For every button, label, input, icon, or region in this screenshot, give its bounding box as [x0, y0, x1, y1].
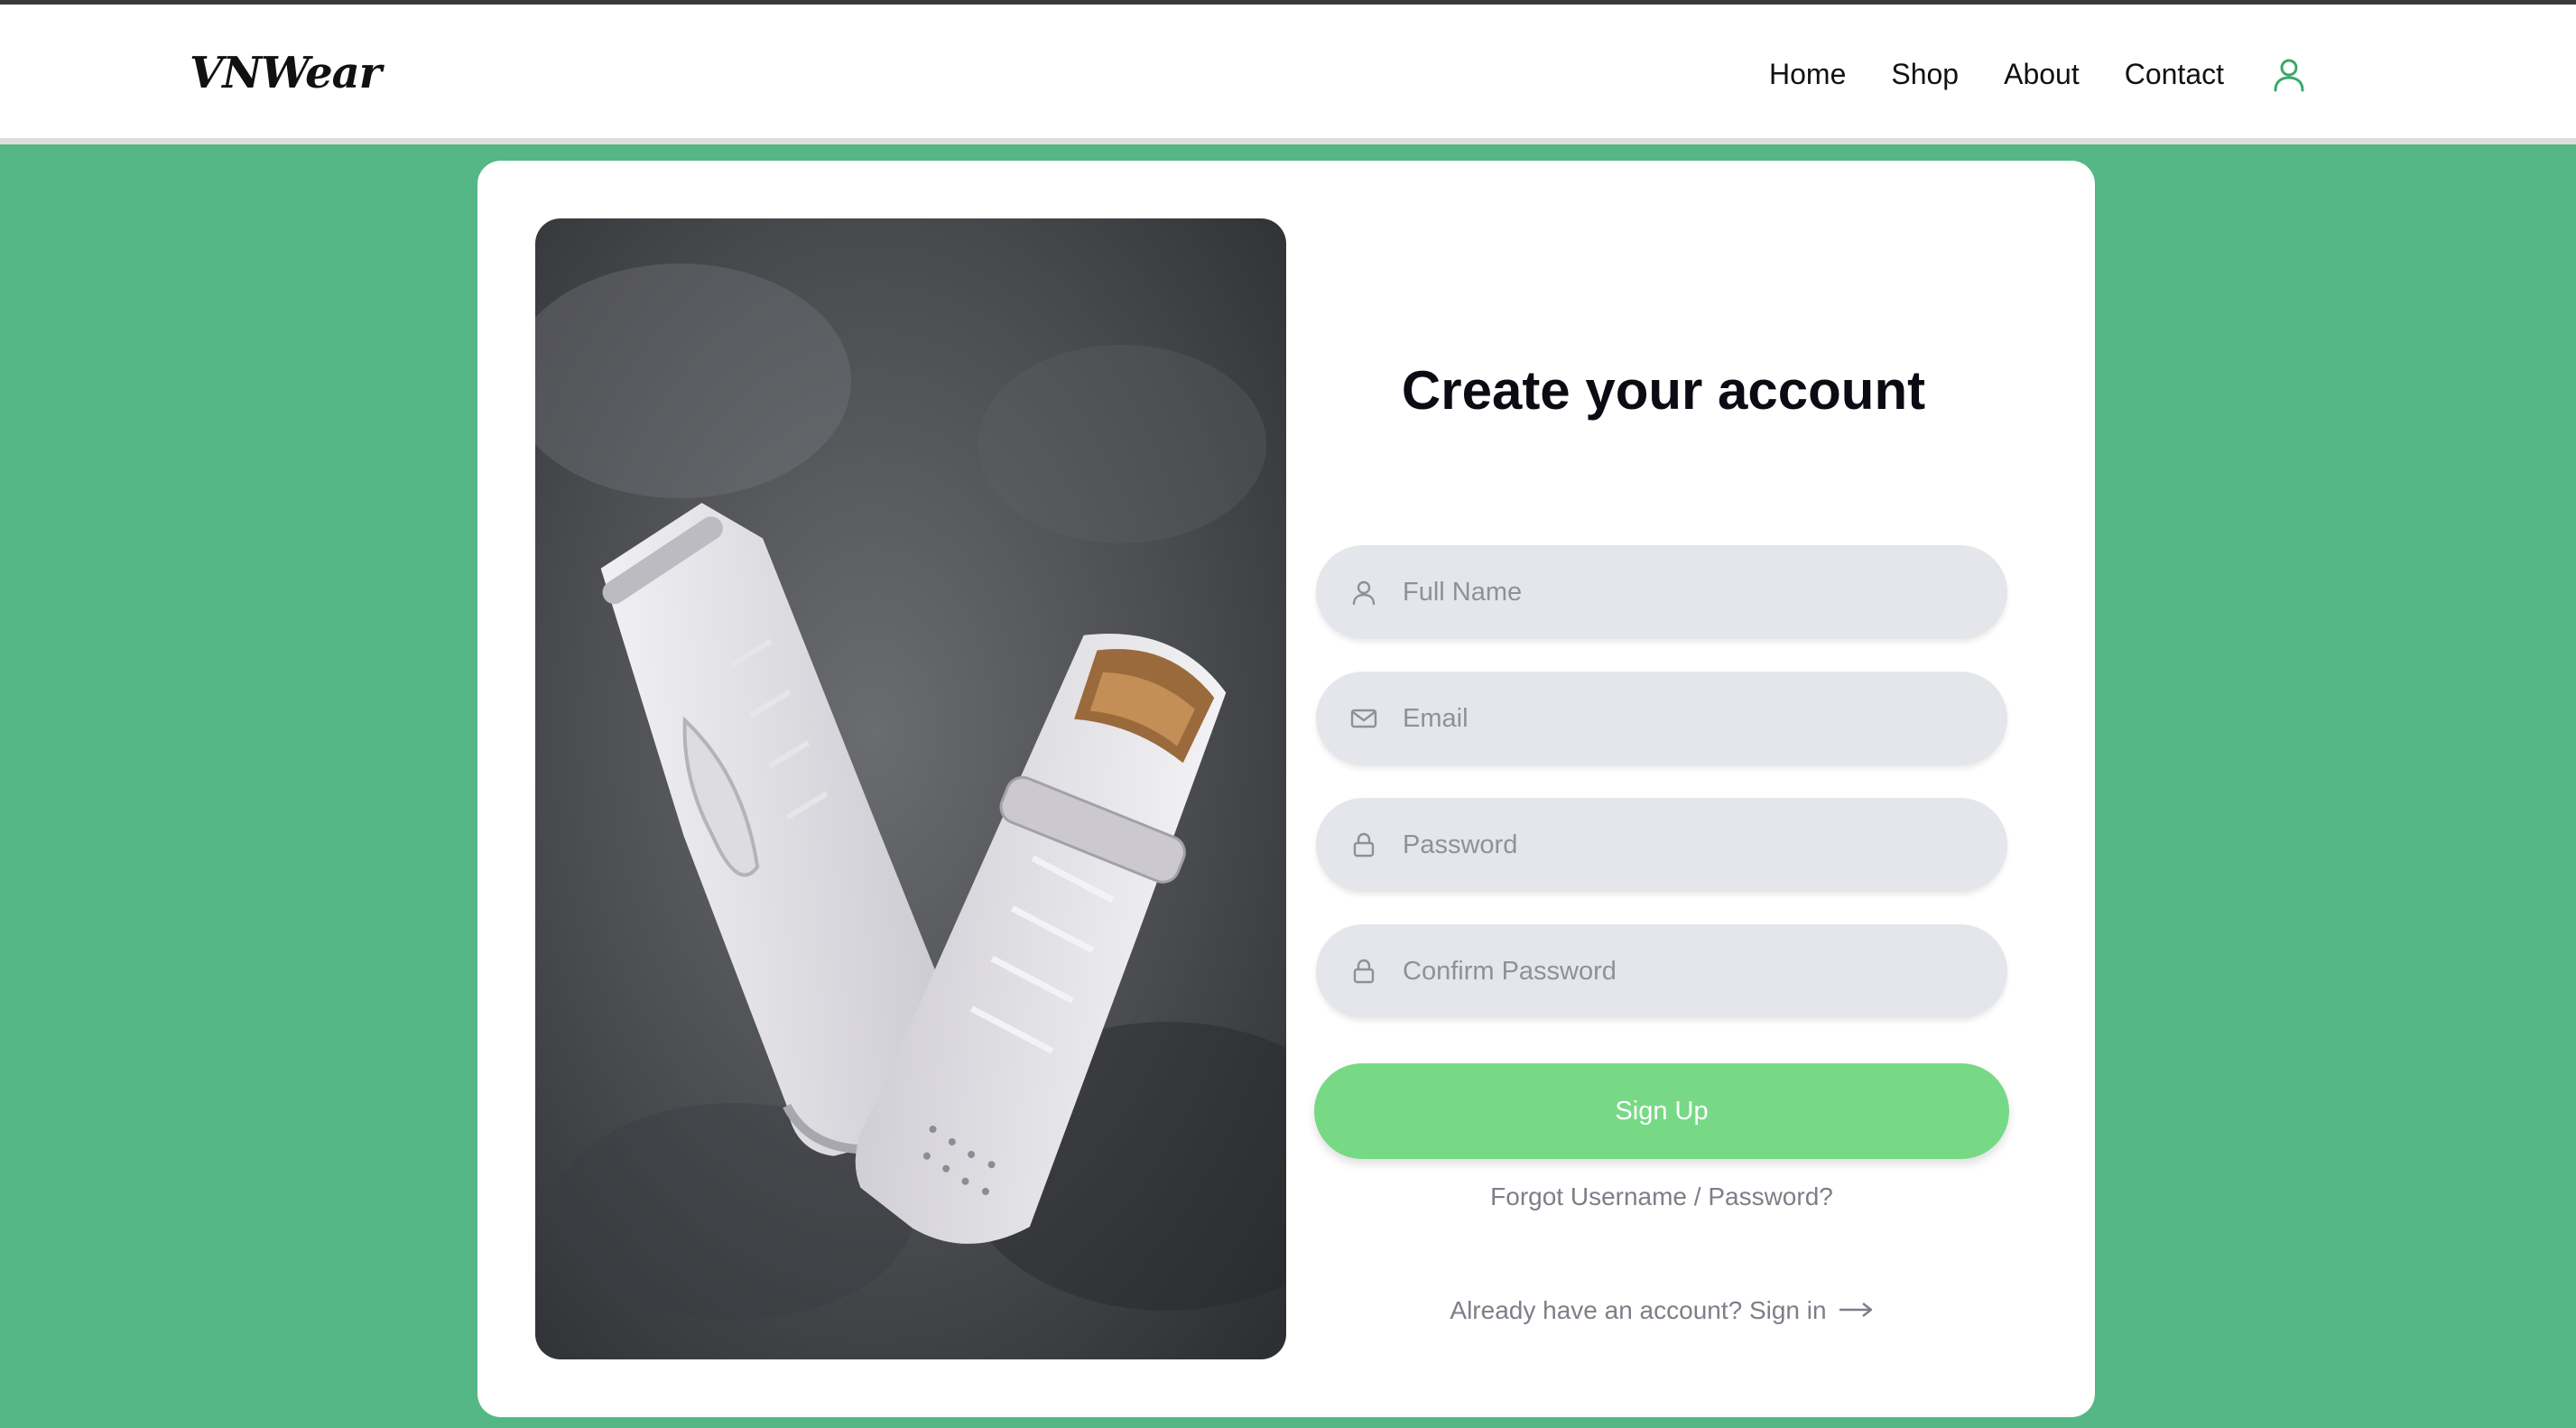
- password-input[interactable]: [1403, 798, 2007, 892]
- nav-link-shop[interactable]: Shop: [1891, 58, 1959, 91]
- page: VNWear Home Shop About Contact Create yo…: [0, 0, 2576, 1428]
- full-name-field[interactable]: [1316, 545, 2007, 639]
- mail-icon: [1350, 705, 1377, 732]
- brand-logo[interactable]: VNWear: [190, 48, 382, 98]
- email-input[interactable]: [1403, 672, 2007, 765]
- user-icon: [1350, 579, 1377, 606]
- confirm-password-input[interactable]: [1403, 924, 2007, 1018]
- full-name-input[interactable]: [1403, 545, 2007, 639]
- signup-form: Create your account Full Name Email Sign…: [1314, 161, 2011, 1417]
- email-field[interactable]: [1316, 672, 2007, 765]
- user-icon[interactable]: [2273, 57, 2305, 93]
- forgot-credentials-link[interactable]: Forgot Username / Password?: [1316, 1182, 2007, 1211]
- lock-icon: [1350, 831, 1377, 858]
- password-field[interactable]: [1316, 798, 2007, 892]
- confirm-password-field[interactable]: [1316, 924, 2007, 1018]
- nav-link-home[interactable]: Home: [1769, 58, 1846, 91]
- signup-card: Create your account Full Name Email Sign…: [477, 161, 2095, 1417]
- sign-in-link[interactable]: Already have an account? Sign in: [1316, 1296, 2007, 1325]
- sign-in-link-text[interactable]: Already have an account? Sign in: [1450, 1296, 1826, 1325]
- navbar: VNWear Home Shop About Contact: [0, 5, 2576, 144]
- form-title: Create your account: [1401, 360, 1926, 421]
- nav-link-about[interactable]: About: [2004, 58, 2080, 91]
- nav-links: Home Shop About Contact: [1769, 5, 2305, 144]
- lock-icon: [1350, 958, 1377, 985]
- arrow-right-icon: [1838, 1296, 1874, 1325]
- sneakers-photo: [535, 218, 1286, 1359]
- sign-up-button[interactable]: Sign Up: [1314, 1063, 2009, 1159]
- nav-link-contact[interactable]: Contact: [2125, 58, 2224, 91]
